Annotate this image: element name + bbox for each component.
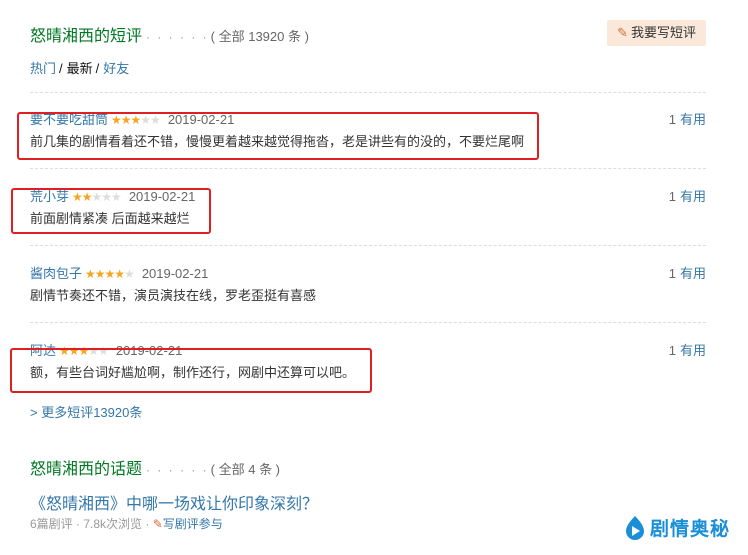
topics-section-title: 怒晴湘西的话题 · · · · · ·( 全部 4 条 ) xyxy=(30,455,280,479)
useful-count: 1 xyxy=(668,112,676,127)
topic-link[interactable]: 《怒晴湘西》中哪一场戏让你印象深刻？ xyxy=(30,490,318,514)
comment-date: 2019-02-21 xyxy=(141,266,209,281)
comment-item: 酱肉包子 ★★★★★ 2019-02-21 剧情节奏还不错，演员演技在线，罗老歪挺有… xyxy=(30,263,706,323)
comment-user[interactable]: 酱肉包子 xyxy=(30,266,82,281)
useful-count: 1 xyxy=(668,266,676,281)
topics-title: 怒晴湘西的话题 xyxy=(30,461,143,478)
divider xyxy=(30,92,706,93)
useful-count: 1 xyxy=(668,343,676,358)
comment-item: 要不要吃甜筒 ★★★★★ 2019-02-21 前几集的剧情看着还不错，慢慢更着越来… xyxy=(30,109,706,169)
comment-date: 2019-02-21 xyxy=(128,189,196,204)
useful-count: 1 xyxy=(668,189,676,204)
rating-stars: ★★★★★ xyxy=(85,267,135,281)
comment-user[interactable]: 阿达 xyxy=(30,343,56,358)
comment-header: 荒小芽 ★★★★★ 2019-02-21 xyxy=(30,186,195,205)
comment-item: 荒小芽 ★★★★★ 2019-02-21 前面剧情紧凑 后面越来越烂 1 有用 xyxy=(30,186,706,246)
useful-vote[interactable]: 1 有用 xyxy=(669,263,706,282)
write-short-review-button[interactable]: ✎ 我要写短评 xyxy=(607,20,706,46)
divider xyxy=(30,168,706,169)
tab-hot[interactable]: 热门 xyxy=(30,61,56,76)
comment-text: 前几集的剧情看着还不错，慢慢更着越来越觉得拖沓，老是讲些有的没的，不要烂尾啊 xyxy=(30,134,525,149)
write-button-label: 我要写短评 xyxy=(630,25,696,40)
useful-vote[interactable]: 1 有用 xyxy=(669,340,706,359)
reviews-title: 怒晴湘西的短评 xyxy=(30,28,143,45)
comment-date: 2019-02-21 xyxy=(167,112,235,127)
write-review-link[interactable]: ✎写剧评参与 xyxy=(153,517,223,531)
title-dots: · · · · · · xyxy=(146,463,209,477)
useful-label: 有用 xyxy=(679,266,706,281)
write-review-label: 写剧评参与 xyxy=(162,517,223,531)
useful-label: 有用 xyxy=(679,189,706,204)
pencil-icon: ✎ xyxy=(617,25,628,40)
watermark: 剧情奥秘 xyxy=(624,514,730,541)
comment-header: 阿达 ★★★★★ 2019-02-21 xyxy=(30,340,182,359)
pencil-icon: ✎ xyxy=(152,517,163,531)
topic-stats: 6篇剧评 · 7.8k次浏览 · xyxy=(30,517,153,531)
watermark-logo-icon xyxy=(625,515,644,540)
useful-label: 有用 xyxy=(679,343,706,358)
useful-vote[interactable]: 1 有用 xyxy=(669,109,706,128)
comment-header: 要不要吃甜筒 ★★★★★ 2019-02-21 xyxy=(30,109,234,128)
comment-text: 前面剧情紧凑 后面越来越烂 xyxy=(30,211,190,226)
tab-separator: / xyxy=(59,61,63,76)
watermark-text: 剧情奥秘 xyxy=(649,519,730,540)
divider xyxy=(30,322,706,323)
useful-label: 有用 xyxy=(679,112,706,127)
reviews-section-title: 怒晴湘西的短评 · · · · · ·( 全部 13920 条 ) xyxy=(30,22,309,46)
comment-user[interactable]: 要不要吃甜筒 xyxy=(30,112,108,127)
comment-date: 2019-02-21 xyxy=(115,343,183,358)
sort-tabs: 热门 / 最新 / 好友 xyxy=(30,58,129,77)
comment-text: 额，有些台词好尴尬啊，制作还行，网剧中还算可以吧。 xyxy=(30,365,356,380)
comment-text: 剧情节奏还不错，演员演技在线，罗老歪挺有喜感 xyxy=(30,288,317,303)
divider xyxy=(30,245,706,246)
tab-latest[interactable]: 最新 xyxy=(67,61,93,76)
tab-separator: / xyxy=(95,61,100,76)
topics-count: ( 全部 4 条 ) xyxy=(210,462,281,477)
title-dots: · · · · · · xyxy=(146,30,209,44)
rating-stars: ★★★★★ xyxy=(72,190,122,204)
reviews-count: ( 全部 13920 条 ) xyxy=(210,29,309,44)
tab-friends[interactable]: 好友 xyxy=(103,61,129,76)
useful-vote[interactable]: 1 有用 xyxy=(669,186,706,205)
more-reviews-link[interactable]: > 更多短评13920条 xyxy=(30,402,142,421)
rating-stars: ★★★★★ xyxy=(111,113,161,127)
rating-stars: ★★★★★ xyxy=(59,344,109,358)
comment-item: 阿达 ★★★★★ 2019-02-21 额，有些台词好尴尬啊，制作还行，网剧中还算可… xyxy=(30,340,706,400)
comment-user[interactable]: 荒小芽 xyxy=(30,189,69,204)
comment-header: 酱肉包子 ★★★★★ 2019-02-21 xyxy=(30,263,208,282)
topic-meta: 6篇剧评 · 7.8k次浏览 · ✎写剧评参与 xyxy=(30,515,223,532)
